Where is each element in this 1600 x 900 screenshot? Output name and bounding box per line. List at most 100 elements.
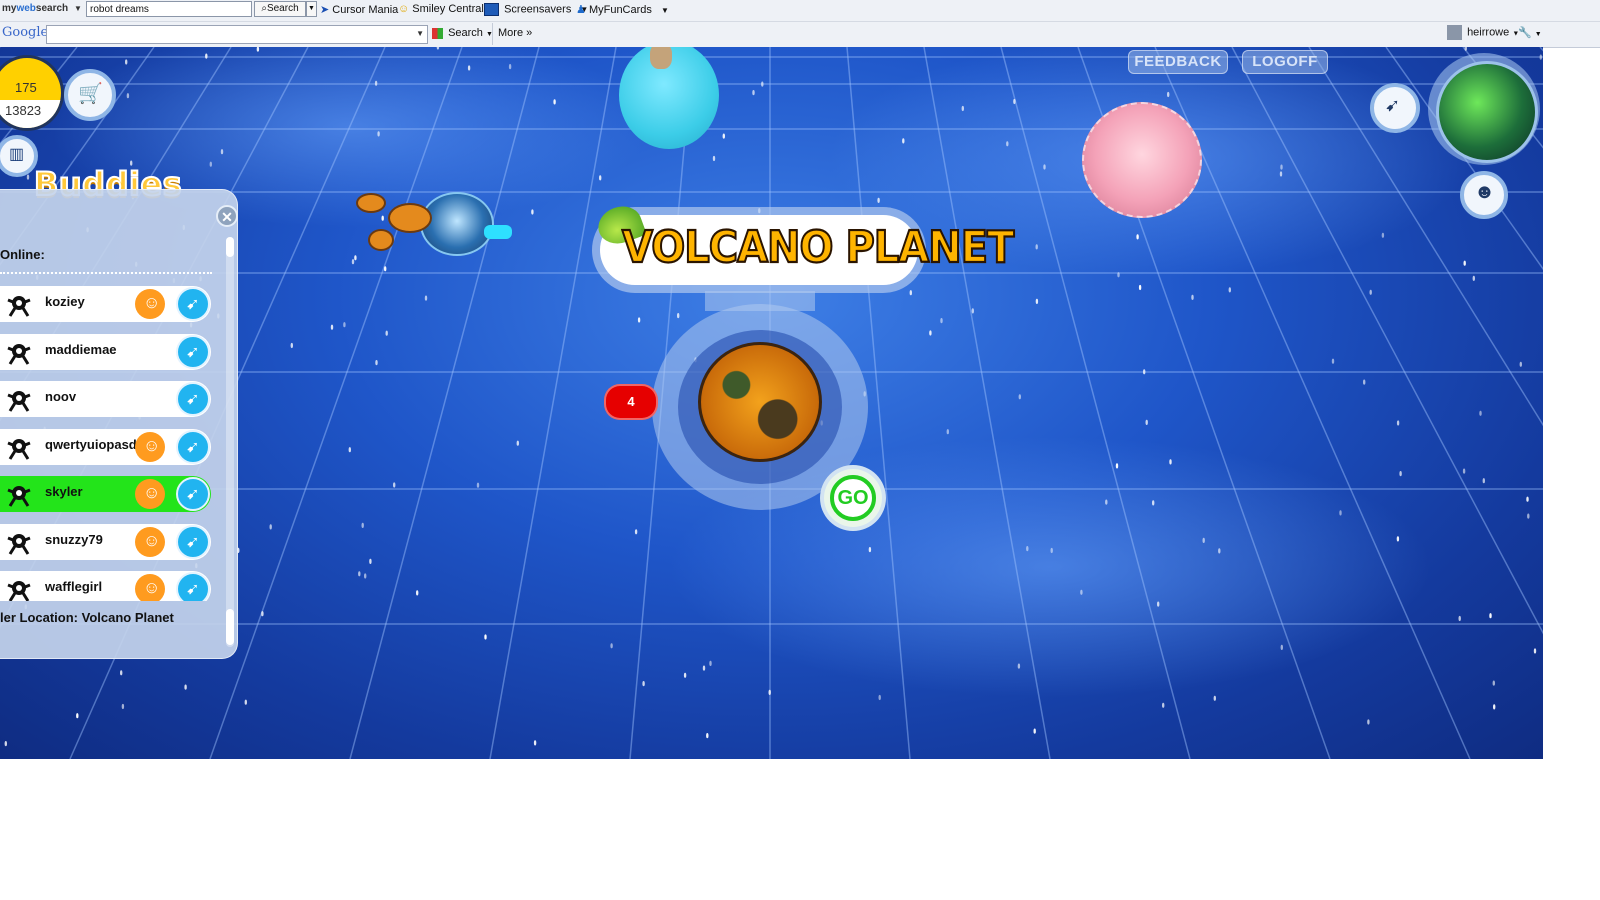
alien-avatar-icon [6,340,32,366]
brand-suffix: search [35,3,69,14]
teleport-button[interactable]: ➹ [176,572,210,601]
toolbar-search-button[interactable]: ⌕Search [254,1,306,17]
visit-buddy-button[interactable]: ☺ [135,574,165,601]
rocket-icon: ➹ [186,438,200,456]
teleport-button[interactable]: ➹ [176,429,210,464]
visit-buddy-button[interactable]: ☺ [135,479,165,509]
link-label: Screensavers [504,3,572,16]
current-planet-map[interactable] [1436,61,1538,163]
alien-avatar-icon [6,577,32,601]
buddy-row[interactable]: skyler ☺ ➹ [0,476,211,512]
buddy-location: ler Location: Volcano Planet [0,610,174,625]
google-search-label: Search [448,27,483,39]
scroll-up-thumb[interactable] [226,237,234,257]
scroll-thumb[interactable] [226,609,234,645]
chevron-down-icon[interactable]: ▼ [74,4,82,13]
buddy-row[interactable]: koziey ☺ ➹ [0,286,211,322]
teleport-button[interactable]: ➹ [176,334,210,369]
asteroid-trail [368,229,394,251]
buddy-row[interactable]: qwertyuiopasd ☺ ➹ [0,428,211,465]
teleport-button[interactable]: ➹ [176,477,210,511]
chevron-down-icon[interactable]: ▼ [661,6,669,15]
planet-antenna [650,47,672,69]
link-cursor-mania[interactable]: ➤ Cursor Mania [320,3,398,16]
link-smiley-central[interactable]: ☺ Smiley Central [398,3,484,15]
google-logo[interactable]: Google [2,25,48,40]
rocket-icon: ➹ [186,296,200,313]
link-myfuncards[interactable]: ♟ MyFunCards ▼ [576,3,669,16]
buddy-row[interactable]: maddiemae ➹ [0,333,211,370]
shop-cart-button[interactable]: 🛒 [64,69,116,121]
spaceship[interactable] [420,192,494,256]
visit-buddy-button[interactable]: ☺ [135,289,165,319]
link-label: MyFunCards [588,4,652,16]
separator [492,23,493,45]
buddy-row[interactable]: snuzzy79 ☺ ➹ [0,523,211,560]
buddy-name: wafflegirl [45,579,103,594]
buddy-name: koziey [45,294,85,309]
google-search-icon [432,27,443,39]
person-icon: ♟ [576,4,586,16]
buddy-row[interactable]: wafflegirl ☺ ➹ [0,571,211,601]
smiley-icon: ☺ [143,483,161,502]
more-label: More [498,27,524,39]
visit-buddy-button[interactable]: ☺ [135,526,165,557]
search-button-label: Search [266,3,299,14]
spaceship-engine [484,225,512,239]
google-search-button[interactable]: Search ▼ [432,27,493,39]
cursor-icon: ➤ [320,4,330,16]
buddy-name: snuzzy79 [45,531,103,547]
volcano-planet[interactable] [698,342,822,462]
asteroid-trail [388,203,432,233]
buddy-name: noov [45,389,77,404]
pink-crystal-planet[interactable] [1082,102,1202,218]
more-button[interactable]: More » [498,27,532,39]
rocket-button[interactable]: ➹ [1370,83,1420,133]
wrench-icon: 🔧 [1518,27,1532,39]
alien-avatar-icon [6,482,32,508]
smiley-icon: ☺ [143,578,161,597]
online-label: Online: [0,247,45,262]
planet-title: VOLCANO PLANET [621,222,1015,274]
visit-buddy-button[interactable]: ☺ [135,431,165,462]
smiley-icon: ☺ [398,3,410,15]
go-label: GO [830,475,876,521]
toolbar-search-input[interactable]: robot dreams [86,1,252,17]
double-chevron-right-icon: » [526,27,533,39]
chevron-down-icon[interactable]: ▼ [416,29,424,38]
logoff-button[interactable]: LOGOFF [1242,50,1328,74]
search-dropdown-button[interactable]: ▼ [306,1,317,17]
points-count: 13823 [5,103,42,118]
cart-icon: 🛒 [78,83,103,105]
google-search-input[interactable]: ▼ [46,25,428,44]
game-canvas[interactable]: FEEDBACK LOGOFF ➹ ☻ 175 13823 🛒 ▥ Buddie… [0,47,1543,759]
feedback-button[interactable]: FEEDBACK [1128,50,1228,74]
link-screensavers[interactable]: Screensavers ▼ [484,3,588,16]
chevron-down-icon: ▼ [1534,31,1542,38]
close-icon[interactable]: ✕ [216,205,238,227]
wrench-menu[interactable]: 🔧 ▼ [1518,26,1542,39]
monitor-icon [484,3,499,16]
link-label: Cursor Mania [332,4,399,16]
rocket-icon: ➹ [186,343,200,361]
link-label: Smiley Central [412,3,484,15]
smiley-icon: ☻ [1474,181,1496,203]
alien-avatar-icon [6,530,32,556]
teleport-button[interactable]: ➹ [176,287,210,321]
teleport-button[interactable]: ➹ [176,524,210,559]
go-button[interactable]: GO [820,465,886,531]
buddy-view-button[interactable]: ☻ [1460,171,1508,219]
buddy-list-scrollbar[interactable] [226,237,234,647]
brand-prefix: my [2,3,17,14]
buddy-list: koziey ☺ ➹ maddiemae ➹ noov ➹ qwertyuiopasd ☺ ➹ sk… [0,285,222,601]
teleport-button[interactable]: ➹ [176,382,210,416]
buddy-name: qwertyuiopasd [45,436,137,452]
smiley-icon: ☺ [143,293,161,312]
user-menu[interactable]: heirrowe ▼ [1447,25,1519,40]
divider [0,272,212,274]
asteroid-trail [356,193,386,213]
mywebsearch-logo[interactable]: mywebsearch ▼ [2,3,82,14]
coin-count: 175 [15,80,37,95]
brand-main: web [16,3,36,14]
buddy-row[interactable]: noov ➹ [0,381,211,417]
